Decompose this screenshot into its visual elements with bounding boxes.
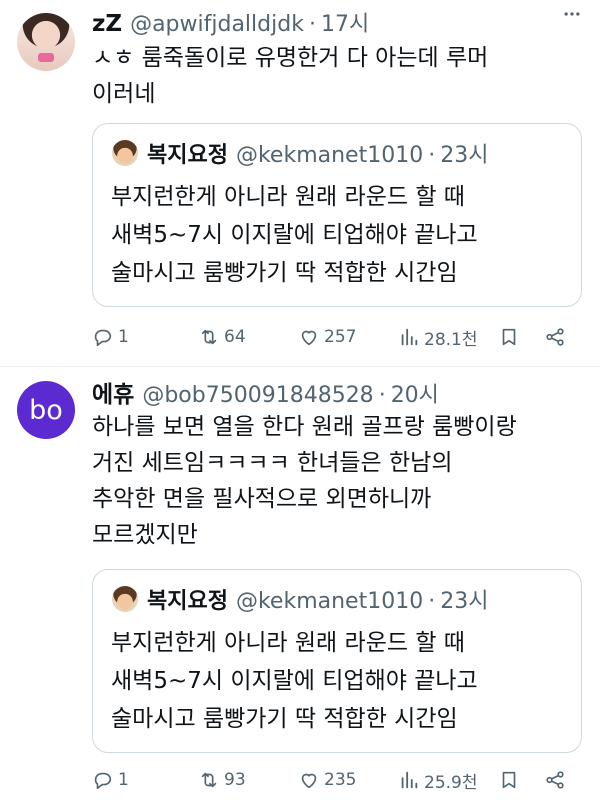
bookmark-icon (502, 771, 516, 789)
tweet[interactable]: bo 에휴 @bob750091848528 · 20시 하나를 보면 열을 한… (0, 367, 600, 803)
bookmark-button[interactable] (498, 326, 544, 348)
share-button[interactable] (544, 326, 566, 348)
timestamp[interactable]: 17시 (321, 6, 369, 38)
share-button[interactable] (544, 769, 566, 791)
quote-text: 부지런한게 아니라 원래 라운드 할 때 새벽5~7시 이지랄에 티업해야 끝나… (111, 184, 478, 286)
views-count: 28.1천 (424, 329, 478, 350)
reply-button[interactable]: 1 (92, 769, 198, 791)
separator-dot: · (428, 589, 436, 614)
like-button[interactable]: 257 (298, 326, 398, 348)
action-bar: 1 64 257 28.1천 (92, 322, 582, 352)
views-icon (401, 328, 418, 346)
reply-icon (94, 772, 112, 790)
quote-author-name: 복지요정 (147, 143, 228, 168)
tweet-text: 하나를 보면 열을 한다 원래 골프랑 룸빵이랑 거진 세트임ㅋㅋㅋㅋ 한녀들은… (92, 414, 517, 548)
like-button[interactable]: 235 (298, 769, 398, 791)
quote-author-name: 복지요정 (147, 589, 228, 614)
bookmark-icon (502, 328, 516, 346)
views-icon (401, 771, 418, 789)
quote-avatar[interactable] (112, 586, 138, 612)
avatar[interactable]: bo (17, 381, 75, 439)
views-button[interactable]: 28.1천 (398, 325, 498, 350)
views-button[interactable]: 25.9천 (398, 768, 498, 793)
quote-timestamp: 23시 (440, 589, 489, 614)
avatar-bow-decoration (38, 53, 54, 62)
timestamp[interactable]: 20시 (391, 377, 439, 409)
retweet-count: 93 (224, 770, 246, 790)
author-handle[interactable]: @bob750091848528 (142, 383, 373, 408)
retweet-count: 64 (224, 327, 246, 347)
separator-dot: · (308, 12, 316, 37)
author-name[interactable]: 에휴 (92, 375, 134, 409)
tweet-header: zZ @apwifjdalldjdk · 17시 (92, 6, 369, 40)
quote-text: 부지런한게 아니라 원래 라운드 할 때 새벽5~7시 이지랄에 티업해야 끝나… (111, 630, 478, 732)
share-icon (546, 771, 564, 789)
quote-header: 복지요정 @kekmanet1010 · 23시 (147, 137, 488, 169)
reply-count: 1 (118, 770, 129, 790)
separator-dot: · (428, 143, 436, 168)
reply-count: 1 (118, 327, 129, 347)
tweet-header: 에휴 @bob750091848528 · 20시 (92, 375, 439, 409)
like-icon (301, 773, 317, 789)
quote-author-handle: @kekmanet1010 (235, 143, 424, 168)
retweet-button[interactable]: 93 (198, 769, 298, 791)
quoted-tweet[interactable]: 복지요정 @kekmanet1010 · 23시 부지런한게 아니라 원래 라운… (92, 123, 582, 307)
quote-avatar[interactable] (112, 140, 138, 166)
author-handle[interactable]: @apwifjdalldjdk (130, 12, 304, 37)
views-count: 25.9천 (424, 772, 478, 793)
retweet-button[interactable]: 64 (198, 326, 298, 348)
like-icon (301, 330, 317, 346)
tweet-text: ㅅㅎ 룸죽돌이로 유명한거 다 아는데 루머 이러네 (92, 45, 489, 107)
more-icon[interactable] (562, 4, 582, 24)
share-icon (546, 328, 564, 346)
like-count: 257 (324, 327, 357, 347)
reply-button[interactable]: 1 (92, 326, 198, 348)
avatar-initials: bo (29, 394, 63, 426)
retweet-icon (201, 772, 217, 788)
author-name[interactable]: zZ (92, 11, 122, 37)
separator-dot: · (378, 383, 386, 408)
action-bar: 1 93 235 25.9천 (92, 765, 582, 795)
quote-timestamp: 23시 (440, 143, 489, 168)
like-count: 235 (324, 770, 357, 790)
tweet[interactable]: zZ @apwifjdalldjdk · 17시 ㅅㅎ 룸죽돌이로 유명한거 다… (0, 0, 600, 370)
retweet-icon (201, 329, 217, 345)
reply-icon (94, 329, 112, 347)
quote-header: 복지요정 @kekmanet1010 · 23시 (147, 583, 488, 615)
quote-author-handle: @kekmanet1010 (235, 589, 424, 614)
bookmark-button[interactable] (498, 769, 544, 791)
avatar[interactable] (17, 13, 75, 71)
quoted-tweet[interactable]: 복지요정 @kekmanet1010 · 23시 부지런한게 아니라 원래 라운… (92, 569, 582, 753)
